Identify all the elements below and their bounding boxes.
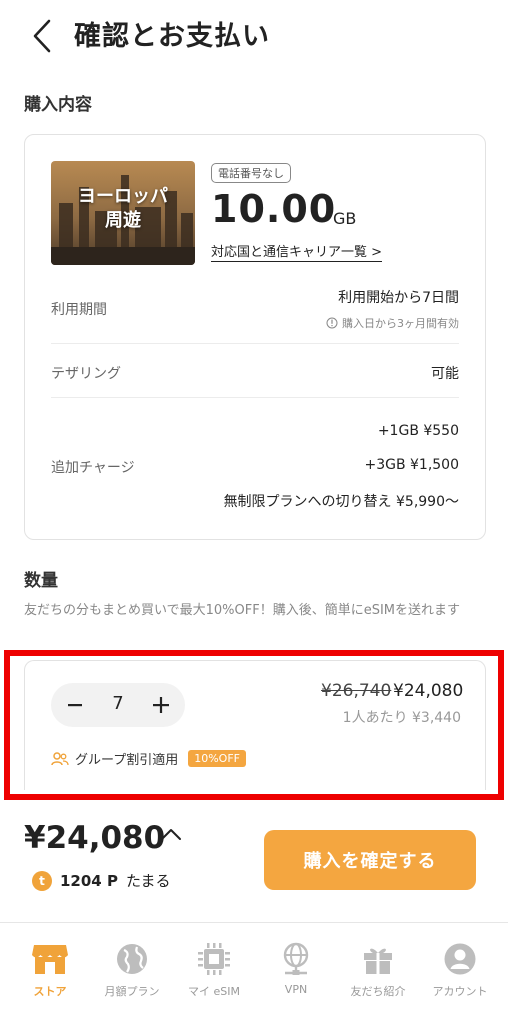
total-price: ¥24,080 <box>24 820 166 856</box>
coin-icon: t <box>32 870 52 891</box>
data-amount: 10.00 <box>211 187 337 231</box>
charge-label: 追加チャージ <box>51 460 135 476</box>
charge-option-3gb: +3GB ¥1,500 <box>364 457 459 473</box>
gift-icon <box>364 948 392 974</box>
increment-button[interactable] <box>139 683 183 727</box>
store-icon <box>32 945 68 974</box>
tab-label: ストア <box>33 985 67 998</box>
no-phone-number-tag: 電話番号なし <box>211 163 291 183</box>
group-icon <box>51 751 69 765</box>
period-note-text: 購入日から3ヶ月間有効 <box>342 317 459 330</box>
europe-thumbnail: ヨーロッパ 周遊 <box>51 161 195 265</box>
quantity-section-title: 数量 <box>24 571 58 591</box>
tab-my-esim[interactable]: マイ eSIM <box>172 939 256 999</box>
tab-account[interactable]: アカウント <box>418 939 502 999</box>
quantity-description: 友だちの分もまとめ買いで最大10%OFF！購入後、簡単にeSIMを送れます <box>24 603 460 618</box>
data-unit: GB <box>333 209 357 228</box>
tab-label: マイ eSIM <box>188 985 240 998</box>
per-person-price: 1人あたり ¥3,440 <box>342 710 461 726</box>
purchase-section-title: 購入内容 <box>24 95 92 115</box>
group-discount-row: グループ割引適用 10%OFF <box>51 749 246 768</box>
charge-option-1gb: +1GB ¥550 <box>377 423 459 439</box>
period-label: 利用期間 <box>51 302 107 318</box>
points-value: 1204 P <box>60 871 118 890</box>
discounted-price: ¥24,080 <box>393 681 464 701</box>
tab-label: 月額プラン <box>104 985 160 998</box>
tab-store[interactable]: ストア <box>8 939 92 999</box>
tab-monthly-plan[interactable]: 月額プラン <box>90 939 174 999</box>
period-note: 購入日から3ヶ月間有効 <box>326 315 459 331</box>
tab-bar: ストア 月額プラン マイ eSIM VPN 友だち紹介 アカウント <box>0 922 508 1025</box>
divider <box>51 343 459 344</box>
tab-label: 友だち紹介 <box>350 985 406 998</box>
tab-label: VPN <box>284 983 308 996</box>
minus-icon <box>68 704 82 707</box>
globe-icon <box>117 944 147 974</box>
tab-vpn[interactable]: VPN <box>254 939 338 996</box>
expand-total-button[interactable] <box>160 826 182 845</box>
page-title: 確認とお支払い <box>74 21 270 52</box>
network-icon <box>283 942 309 975</box>
confirm-purchase-button[interactable]: 購入を確定する <box>264 830 476 890</box>
divider <box>51 397 459 398</box>
points-row: t 1204 P たまる <box>32 870 171 891</box>
quantity-value: 7 <box>112 693 124 714</box>
period-value: 利用開始から7日間 <box>338 290 459 306</box>
header: 確認とお支払い <box>0 0 508 72</box>
tab-friend-referral[interactable]: 友だち紹介 <box>336 939 420 999</box>
account-icon <box>444 943 476 975</box>
tethering-value: 可能 <box>431 366 459 382</box>
charge-option-unlimited: 無制限プランへの切り替え ¥5,990〜 <box>223 494 459 510</box>
carrier-list-link[interactable]: 対応国と通信キャリア一覧 > <box>211 241 383 262</box>
chevron-up-icon <box>161 829 181 840</box>
discount-badge: 10%OFF <box>188 750 246 767</box>
tab-label: アカウント <box>432 985 488 998</box>
chip-icon <box>198 943 230 975</box>
tethering-label: テザリング <box>51 366 121 382</box>
decrement-button[interactable] <box>53 683 97 727</box>
thumbnail-label: ヨーロッパ 周遊 <box>78 186 168 231</box>
group-discount-label: グループ割引適用 <box>75 753 179 768</box>
original-price: ¥26,740 <box>321 681 392 701</box>
info-icon <box>326 317 338 329</box>
points-label: たまる <box>125 872 171 890</box>
plus-icon <box>153 697 169 713</box>
chevron-left-icon <box>33 19 51 53</box>
quantity-stepper[interactable]: 7 <box>51 683 185 727</box>
quantity-card: 7 ¥26,740 ¥24,080 1人あたり ¥3,440 グループ割引適用 … <box>24 660 486 790</box>
purchase-card: ヨーロッパ 周遊 電話番号なし 10.00 GB 対応国と通信キャリア一覧 > … <box>24 134 486 540</box>
back-button[interactable] <box>22 14 62 58</box>
